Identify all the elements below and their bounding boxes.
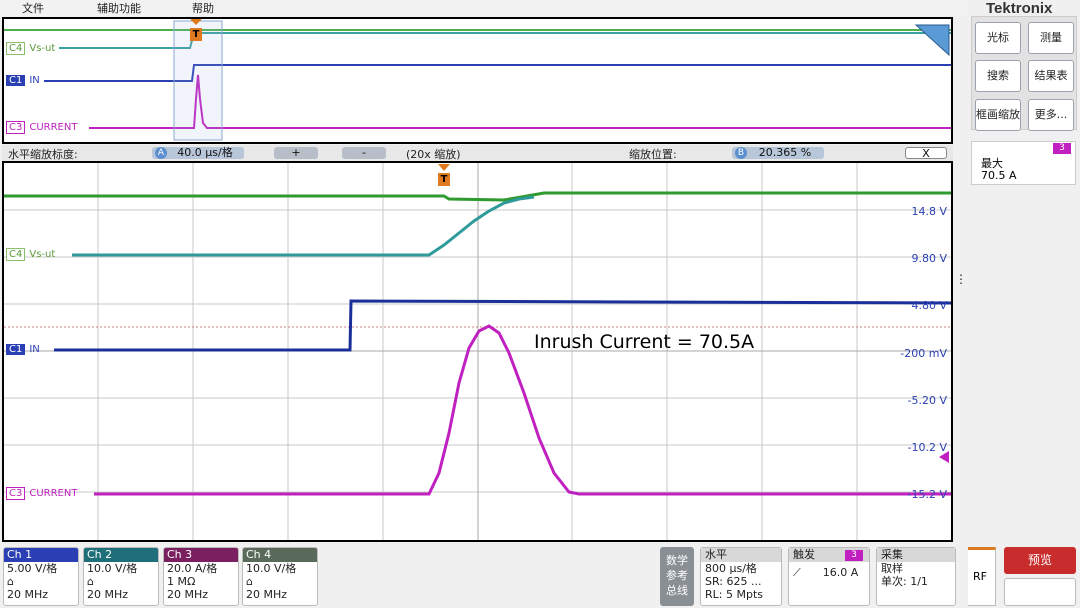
overview-c3-tag[interactable]: C3 CURRENT bbox=[6, 121, 77, 134]
panel-handle-icon[interactable]: ⋮ bbox=[955, 273, 967, 285]
ch2-badge[interactable]: Ch 2 10.0 V/格 ⌂ 20 MHz bbox=[83, 547, 159, 606]
acquisition-badge[interactable]: 采集 取样 单次: 1/1 bbox=[876, 547, 956, 606]
measure-button[interactable]: 测量 bbox=[1028, 22, 1074, 54]
main-c1-tag[interactable]: C1 IN bbox=[6, 344, 40, 355]
zoom-scale-label: 水平缩放标度: bbox=[8, 148, 78, 161]
zoom-position-label: 缩放位置: bbox=[629, 148, 677, 161]
more-button[interactable]: 更多... bbox=[1028, 99, 1074, 131]
main-c4-tag[interactable]: C4 Vs-ut bbox=[6, 248, 55, 261]
menu-file[interactable]: 文件 bbox=[22, 0, 44, 16]
horizontal-badge[interactable]: 水平 800 µs/格 SR: 625 ... RL: 5 Mpts bbox=[700, 547, 782, 606]
preview-blank-button[interactable] bbox=[1004, 578, 1076, 606]
preview-button[interactable]: 预览 bbox=[1004, 547, 1076, 574]
search-button[interactable]: 搜索 bbox=[975, 60, 1021, 92]
probe-icon: ⌂ bbox=[7, 575, 14, 588]
rf-button[interactable]: RF bbox=[964, 547, 996, 606]
draw-box-zoom-button[interactable]: 框画缩放 bbox=[975, 99, 1021, 131]
probe-icon: ⌂ bbox=[246, 575, 253, 588]
main-plot-svg: 14.8 V 9.80 V 4.80 V -200 mV -5.20 V -10… bbox=[4, 163, 951, 540]
bottom-bar: Ch 1 5.00 V/格 ⌂ 20 MHz Ch 2 10.0 V/格 ⌂ 2… bbox=[0, 544, 968, 608]
menu-bar: 文件 辅助功能 帮助 bbox=[0, 0, 968, 16]
cursor-button[interactable]: 光标 bbox=[975, 22, 1021, 54]
ch4-badge[interactable]: Ch 4 10.0 V/格 ⌂ 20 MHz bbox=[242, 547, 318, 606]
inrush-annotation: Inrush Current = 70.5A bbox=[534, 331, 754, 353]
overview-trigger-marker[interactable]: T bbox=[190, 28, 202, 41]
math-ref-bus-button[interactable]: 数学 参考 总线 bbox=[660, 547, 694, 606]
scale-label-5: -5.20 V bbox=[908, 394, 948, 407]
zoom-control-bar: 水平缩放标度: A 40.0 µs/格 A + - (20x 缩放) 缩放位置:… bbox=[2, 145, 953, 161]
brand-logo: Tektronix bbox=[986, 0, 1053, 17]
trigger-arrow-icon bbox=[190, 19, 202, 25]
menu-utility[interactable]: 辅助功能 bbox=[97, 0, 141, 16]
scale-label-4: -200 mV bbox=[900, 347, 947, 360]
zoom-factor: (20x 缩放) bbox=[406, 148, 461, 161]
measurement-channel: 3 bbox=[1053, 143, 1071, 154]
results-table-button[interactable]: 结果表 bbox=[1028, 60, 1074, 92]
overview-c4-tag[interactable]: C4 Vs-ut bbox=[6, 42, 55, 55]
trigger-badge[interactable]: 触发 3 ⟋ 16.0 A bbox=[788, 547, 870, 606]
scale-label-2: 9.80 V bbox=[911, 252, 947, 265]
menu-help[interactable]: 帮助 bbox=[192, 0, 214, 16]
zoom-scale-badge-icon: A bbox=[155, 147, 167, 159]
scale-label-1: 14.8 V bbox=[911, 205, 947, 218]
main-waveform-plot[interactable]: 14.8 V 9.80 V 4.80 V -200 mV -5.20 V -10… bbox=[2, 161, 953, 542]
trace-c4 bbox=[72, 195, 535, 257]
main-trigger-marker[interactable]: T bbox=[438, 173, 450, 186]
ch1-badge[interactable]: Ch 1 5.00 V/格 ⌂ 20 MHz bbox=[3, 547, 79, 606]
right-panel: Tektronix 光标 测量 搜索 结果表 框画缩放 更多... 3 最大 7… bbox=[955, 0, 1080, 608]
zoom-plus-button[interactable]: + bbox=[274, 147, 318, 159]
ch3-badge[interactable]: Ch 3 20.0 A/格 1 MΩ 20 MHz bbox=[163, 547, 239, 606]
main-c3-tag[interactable]: C3 CURRENT bbox=[6, 487, 77, 500]
overview-corner-marker bbox=[914, 24, 950, 57]
scale-label-7: -15.2 V bbox=[908, 488, 948, 501]
zoom-close-button[interactable]: X bbox=[905, 147, 947, 160]
zoom-minus-button[interactable]: - bbox=[342, 147, 386, 159]
measurement-value: 70.5 A bbox=[981, 169, 1017, 182]
probe-icon: ⌂ bbox=[87, 575, 94, 588]
measurement-badge[interactable]: 3 最大 70.5 A bbox=[971, 141, 1076, 185]
scale-label-6: -10.2 V bbox=[908, 441, 948, 454]
zoom-position-badge: B bbox=[735, 147, 747, 159]
scale-label-3: 4.80 V bbox=[911, 299, 947, 312]
overview-waveform[interactable]: T C4 Vs-ut C1 IN C3 CURRENT bbox=[2, 17, 953, 144]
rising-edge-icon: ⟋ bbox=[793, 566, 801, 579]
overview-c1-tag[interactable]: C1 IN bbox=[6, 75, 40, 86]
trigger-channel: 3 bbox=[845, 550, 863, 561]
main-trigger-arrow-icon bbox=[438, 164, 450, 171]
